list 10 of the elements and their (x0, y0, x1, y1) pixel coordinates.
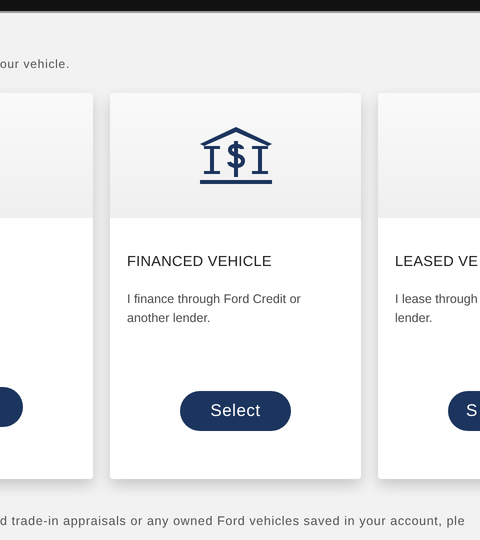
card-description: lender. (395, 310, 433, 327)
select-button[interactable]: Select (180, 390, 291, 431)
intro-text: our vehicle. (0, 56, 70, 73)
select-button[interactable]: S (448, 390, 480, 431)
card-title: LEASED VE (395, 253, 478, 272)
bank-icon (200, 126, 272, 184)
footer-text: d trade-in appraisals or any owned Ford vehicles saved in your account, ple (0, 513, 466, 530)
card-title: FINANCED VEHICLE (127, 253, 272, 272)
card-description: I lease through (395, 290, 478, 308)
card-description: I finance through Ford Credit or another lender. (127, 290, 302, 327)
